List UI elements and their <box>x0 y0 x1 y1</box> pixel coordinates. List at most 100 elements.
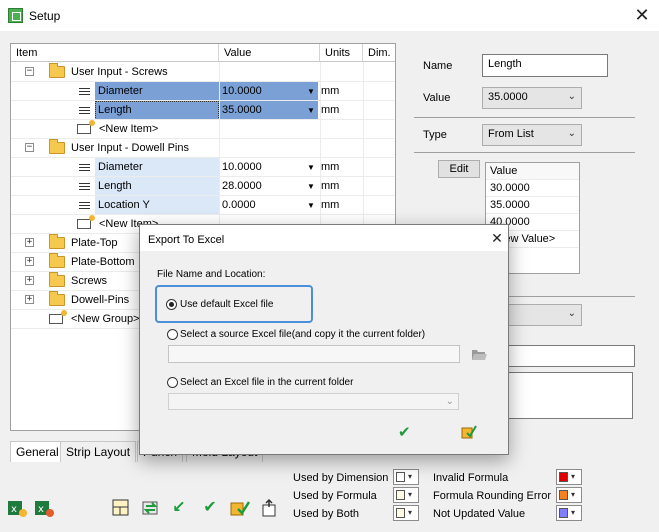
group-label[interactable]: Screws <box>71 275 107 287</box>
variable-value: 0.0000 <box>222 199 256 211</box>
description-field[interactable] <box>503 372 633 419</box>
name-label: Name <box>423 60 453 72</box>
variable-icon <box>79 200 90 211</box>
expand-icon[interactable]: + <box>25 257 34 266</box>
group-row[interactable]: − User Input - Dowell Pins <box>11 139 395 158</box>
collapse-icon[interactable]: − <box>25 67 34 76</box>
use-default-label[interactable]: Use default Excel file <box>180 299 273 310</box>
value-list-header[interactable]: Value <box>486 163 579 180</box>
chevron-down-icon[interactable]: ▼ <box>304 103 318 118</box>
chevron-down-icon[interactable]: ▼ <box>304 160 318 175</box>
excel-import-icon[interactable]: x <box>6 497 28 519</box>
tab-strip-layout[interactable]: Strip Layout <box>60 441 137 462</box>
chevron-down-icon[interactable]: ▼ <box>304 198 318 213</box>
select-current-radio[interactable] <box>167 377 178 388</box>
expand-icon[interactable]: + <box>25 276 34 285</box>
check-back-icon[interactable]: ↙ <box>168 497 190 519</box>
app-icon <box>8 8 23 23</box>
table-row[interactable]: Location Y 0.0000 ▼ mm <box>11 196 395 215</box>
type-dropdown[interactable]: From List ⌄ <box>482 124 582 146</box>
chevron-down-icon: ▾ <box>408 508 413 517</box>
name-field[interactable]: Length <box>482 54 608 77</box>
units-cell: mm <box>321 161 340 173</box>
legend-rounding-error: Formula Rounding Error <box>433 490 551 502</box>
variable-name-cell[interactable]: Diameter <box>95 82 219 101</box>
ok-check-button[interactable]: ✔ <box>398 423 411 441</box>
table-row[interactable]: Length 35.0000 ▼ mm <box>11 101 395 120</box>
tab-general[interactable]: General <box>10 441 65 462</box>
chevron-down-icon[interactable]: ▼ <box>304 179 318 194</box>
formula-color-picker[interactable]: ▾ <box>393 487 419 503</box>
excel-check-icon[interactable] <box>229 497 251 519</box>
folder-icon <box>49 291 65 306</box>
folder-open-icon[interactable] <box>471 347 487 361</box>
group-label[interactable]: Plate-Bottom <box>71 256 135 268</box>
file-location-label: File Name and Location: <box>157 269 266 280</box>
table-row[interactable]: Diameter 10.0000 ▼ mm <box>11 158 395 177</box>
current-file-dropdown[interactable]: ⌄ <box>168 393 459 410</box>
legend-invalid-formula: Invalid Formula <box>433 472 509 484</box>
check-icon[interactable]: ✔ <box>199 497 221 519</box>
expand-icon[interactable]: + <box>25 295 34 304</box>
dialog-close-button[interactable]: ✕ <box>488 229 506 247</box>
value-label: Value <box>423 92 451 104</box>
group-label[interactable]: Plate-Top <box>71 237 117 249</box>
variable-icon <box>79 105 90 116</box>
expand-icon[interactable]: + <box>25 238 34 247</box>
dimension-color-picker[interactable]: ▾ <box>393 469 419 485</box>
group-label[interactable]: User Input - Screws <box>71 66 168 78</box>
use-default-radio[interactable] <box>166 299 177 310</box>
list-item[interactable]: 35.0000 <box>486 197 579 214</box>
excel-check-icon[interactable] <box>460 423 478 441</box>
refresh-icon[interactable] <box>140 497 162 519</box>
list-item[interactable]: 30.0000 <box>486 180 579 197</box>
chevron-down-icon[interactable]: ▼ <box>304 84 318 99</box>
invalid-formula-color-picker[interactable]: ▾ <box>556 469 582 485</box>
column-header-item[interactable]: Item <box>11 44 219 62</box>
select-source-radio[interactable] <box>167 329 178 340</box>
variable-name-cell[interactable]: Length <box>95 177 219 196</box>
new-item-row[interactable]: <New Item> <box>11 120 395 139</box>
new-item-label[interactable]: <New Item> <box>99 123 158 135</box>
variable-name-cell[interactable]: Location Y <box>95 196 219 215</box>
table-row[interactable]: Length 28.0000 ▼ mm <box>11 177 395 196</box>
new-item-icon <box>77 215 95 229</box>
legend-used-by-formula: Used by Formula <box>293 490 377 502</box>
separator <box>414 152 635 153</box>
variable-name: Length <box>98 180 132 192</box>
source-file-field[interactable] <box>168 345 460 363</box>
rounding-error-color-picker[interactable]: ▾ <box>556 487 582 503</box>
edit-button[interactable]: Edit <box>438 160 480 178</box>
group-row[interactable]: − User Input - Screws <box>11 63 395 82</box>
column-header-units[interactable]: Units <box>320 44 363 62</box>
collapse-icon[interactable]: − <box>25 143 34 152</box>
variable-value: 10.0000 <box>222 85 262 97</box>
both-color-picker[interactable]: ▾ <box>393 505 419 521</box>
chevron-down-icon: ▾ <box>408 472 413 481</box>
not-updated-color-picker[interactable]: ▾ <box>556 505 582 521</box>
variable-value: 28.0000 <box>222 180 262 192</box>
close-window-button[interactable]: ✕ <box>630 4 654 26</box>
user-export-icon[interactable] <box>259 497 281 519</box>
chevron-down-icon: ⌄ <box>567 128 576 139</box>
excel-export-icon[interactable]: x <box>33 497 55 519</box>
variable-name-cell[interactable]: Diameter <box>95 158 219 177</box>
select-current-label[interactable]: Select an Excel file in the current fold… <box>180 377 353 388</box>
value-dropdown[interactable]: 35.0000 ⌄ <box>482 87 582 109</box>
export-to-excel-dialog[interactable]: Export To Excel ✕ File Name and Location… <box>139 224 509 455</box>
group-label[interactable]: Dowell-Pins <box>71 294 129 306</box>
group-label[interactable]: User Input - Dowell Pins <box>71 142 189 154</box>
svg-text:x: x <box>11 504 17 515</box>
variable-name-cell[interactable]: Length <box>95 101 219 120</box>
new-group-label[interactable]: <New Group> <box>71 313 139 325</box>
chevron-down-icon: ▾ <box>408 490 413 499</box>
select-source-label[interactable]: Select a source Excel file(and copy it t… <box>180 329 425 340</box>
window-title: Setup <box>29 9 61 23</box>
formula-field[interactable] <box>503 345 635 367</box>
table-row[interactable]: Diameter 10.0000 ▼ mm <box>11 82 395 101</box>
column-header-dim[interactable]: Dim. <box>363 44 395 62</box>
layout-icon[interactable] <box>110 497 132 519</box>
title-bar: Setup ✕ <box>0 0 659 31</box>
column-header-value[interactable]: Value <box>219 44 320 62</box>
format-dropdown[interactable]: ⌄ <box>503 304 582 326</box>
